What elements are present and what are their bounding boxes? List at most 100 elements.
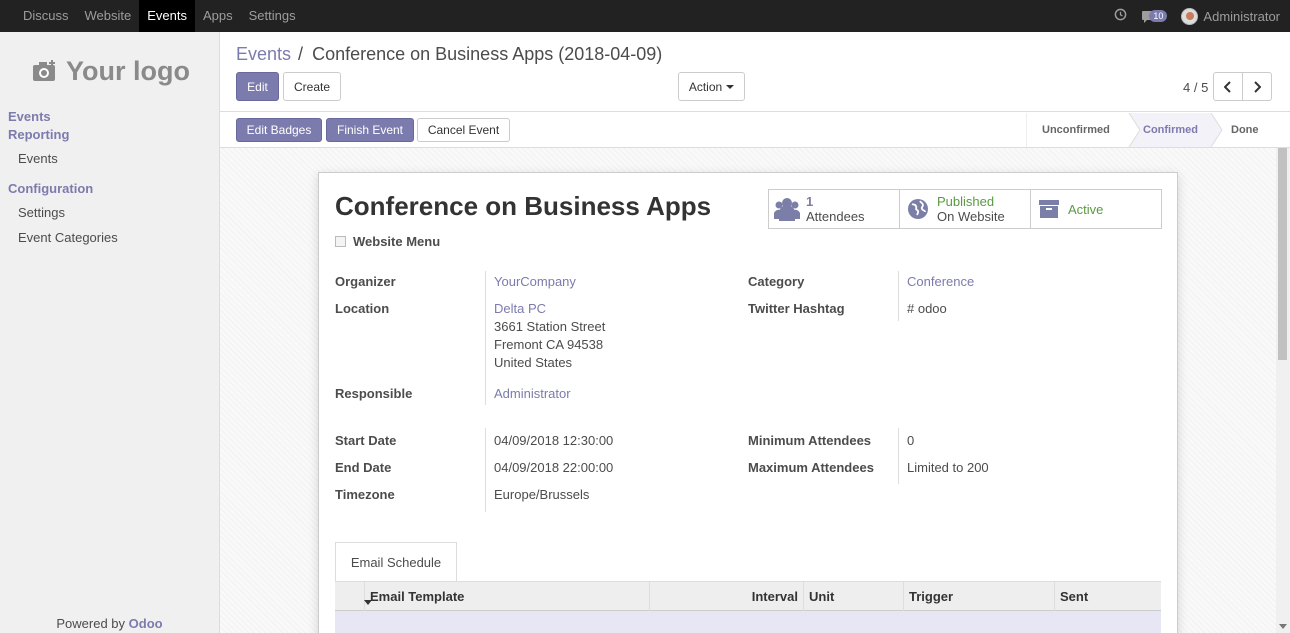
location-value: Delta PC 3661 Station Street Fremont CA … (494, 300, 605, 372)
attendees-count: 1 (806, 194, 814, 209)
caret-down-icon (726, 84, 735, 89)
start-date-value: 04/09/2018 12:30:00 (494, 433, 614, 448)
form-sheet: Conference on Business Apps Website Menu… (318, 172, 1178, 633)
form-statusbar: Edit Badges Finish Event Cancel Event Un… (220, 113, 1290, 148)
location-link[interactable]: Delta PC (494, 300, 605, 318)
messages-badge: 10 (1149, 10, 1168, 22)
attendees-label: Attendees (806, 209, 865, 224)
user-name: Administrator (1203, 8, 1280, 24)
category-value: Conference (907, 273, 974, 291)
scroll-down-icon[interactable] (1279, 624, 1287, 629)
organizer-label: Organizer (335, 274, 396, 289)
event-title: Conference on Business Apps (335, 191, 712, 221)
location-city: Fremont CA 94538 (494, 337, 604, 352)
powered-by-text: Powered by (56, 616, 126, 631)
stage-unconfirmed[interactable]: Unconfirmed (1042, 113, 1110, 147)
menu-events[interactable]: Events (139, 0, 195, 32)
messages-icon[interactable]: 10 (1141, 10, 1175, 23)
col-email-template[interactable]: Email Template (364, 582, 649, 611)
odoo-link[interactable]: Odoo (129, 616, 163, 631)
sidebar: Your logo Events Reporting Events Config… (0, 32, 220, 633)
form-sheet-background: Conference on Business Apps Website Menu… (220, 148, 1276, 633)
cancel-event-button[interactable]: Cancel Event (417, 118, 510, 142)
tab-email-schedule[interactable]: Email Schedule (335, 542, 457, 582)
col-interval[interactable]: Interval (649, 582, 803, 611)
end-date-label: End Date (335, 460, 392, 475)
checkbox-icon[interactable] (335, 236, 346, 247)
col-unit[interactable]: Unit (803, 582, 903, 611)
sidebar-section-events[interactable]: Events (8, 109, 51, 124)
menu-website[interactable]: Website (77, 0, 140, 32)
edit-badges-button[interactable]: Edit Badges (236, 118, 322, 142)
archive-icon (1039, 200, 1059, 218)
category-label: Category (748, 274, 805, 289)
user-menu[interactable]: Administrator (1181, 7, 1280, 25)
chevron-left-icon (1224, 80, 1231, 93)
breadcrumb-events[interactable]: Events (236, 44, 291, 64)
col-email-template-label: Email Template (370, 589, 465, 604)
stage-done[interactable]: Done (1231, 113, 1259, 147)
timezone-value: Europe/Brussels (494, 487, 590, 502)
field-divider (485, 271, 486, 405)
create-button[interactable]: Create (283, 72, 341, 101)
pager-previous-button[interactable] (1213, 72, 1243, 101)
responsible-value: Administrator (494, 385, 571, 403)
published-sub: On Website (937, 209, 1005, 224)
field-divider (485, 428, 486, 512)
sidebar-section-configuration[interactable]: Configuration (8, 181, 93, 196)
email-schedule-table-header: Email Template Interval Unit Trigger Sen… (335, 581, 1161, 611)
scrollbar-thumb[interactable] (1278, 148, 1287, 360)
website-menu-checkbox[interactable]: Website Menu (335, 234, 440, 249)
sidebar-item-event-categories[interactable]: Event Categories (18, 230, 118, 245)
globe-icon (908, 199, 928, 219)
max-attendees-label: Maximum Attendees (748, 460, 874, 475)
activity-clock-icon[interactable] (1114, 8, 1127, 24)
scrollbar[interactable] (1276, 148, 1290, 633)
responsible-label: Responsible (335, 386, 413, 401)
chevron-right-icon (1254, 80, 1261, 93)
pager-value: 4 / 5 (1183, 80, 1209, 95)
end-date-value: 04/09/2018 22:00:00 (494, 460, 614, 475)
hashtag-value: # odoo (907, 301, 947, 316)
finish-event-button[interactable]: Finish Event (326, 118, 414, 142)
breadcrumb-current: Conference on Business Apps (2018-04-09) (312, 44, 663, 64)
sidebar-item-settings[interactable]: Settings (18, 205, 65, 220)
category-link[interactable]: Conference (907, 274, 974, 289)
avatar (1181, 7, 1199, 25)
stage-confirmed[interactable]: Confirmed (1143, 113, 1198, 147)
attendees-smart-button[interactable]: 1 Attendees (768, 189, 900, 229)
action-label: Action (688, 79, 723, 94)
sidebar-item-events[interactable]: Events (18, 151, 58, 166)
sidebar-section-reporting[interactable]: Reporting (8, 127, 69, 142)
action-dropdown[interactable]: Action (678, 72, 745, 101)
website-publish-button[interactable]: Published On Website (899, 189, 1031, 229)
menu-apps[interactable]: Apps (195, 0, 241, 32)
organizer-link[interactable]: YourCompany (494, 274, 576, 289)
company-logo: Your logo (22, 42, 200, 100)
published-label: Published (937, 194, 995, 209)
table-row[interactable] (335, 611, 1161, 633)
website-menu-label: Website Menu (353, 234, 441, 249)
edit-button[interactable]: Edit (236, 72, 279, 101)
systray: 10 Administrator (1114, 0, 1280, 32)
location-label: Location (335, 301, 390, 316)
menu-settings[interactable]: Settings (241, 0, 304, 32)
pager-next-button[interactable] (1242, 72, 1272, 101)
sort-caret-icon (364, 600, 372, 605)
start-date-label: Start Date (335, 433, 397, 448)
max-attendees-value: Limited to 200 (907, 460, 989, 475)
users-icon (774, 198, 800, 221)
location-street: 3661 Station Street (494, 319, 606, 334)
field-divider (898, 428, 899, 484)
col-sent[interactable]: Sent (1054, 582, 1161, 611)
min-attendees-label: Minimum Attendees (748, 433, 872, 448)
menu-discuss[interactable]: Discuss (15, 0, 77, 32)
responsible-link[interactable]: Administrator (494, 386, 571, 401)
field-divider (898, 271, 899, 321)
camera-icon (33, 60, 55, 81)
timezone-label: Timezone (335, 487, 395, 502)
top-navbar: Discuss Website Events Apps Settings 10 … (0, 0, 1290, 32)
col-trigger[interactable]: Trigger (903, 582, 1054, 611)
active-toggle-button[interactable]: Active (1030, 189, 1162, 229)
organizer-value: YourCompany (494, 273, 576, 291)
